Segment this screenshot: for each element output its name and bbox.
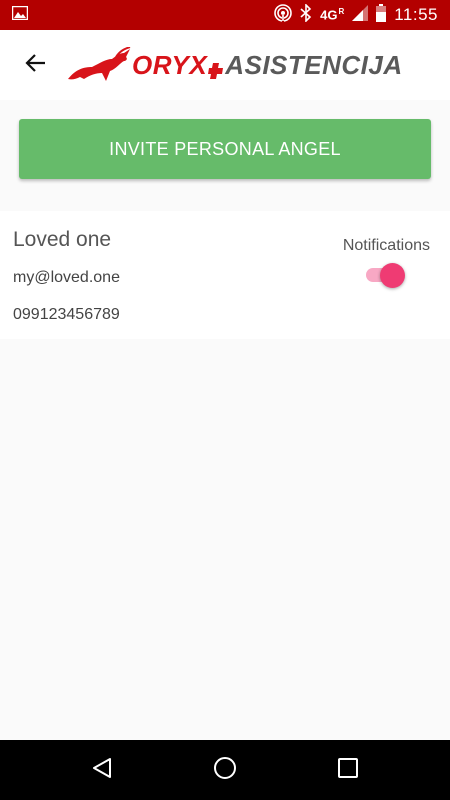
logo-text-oryx: ORYX xyxy=(132,49,208,80)
app-bar: ORYX ASISTENCIJA xyxy=(0,30,450,100)
hotspot-icon xyxy=(274,3,292,27)
roaming-indicator: R xyxy=(338,7,345,17)
status-bar: 4GR 11:55 xyxy=(0,0,450,30)
invite-personal-angel-button[interactable]: INVITE PERSONAL ANGEL xyxy=(19,119,431,179)
arrow-left-icon xyxy=(24,51,48,80)
nav-recents-button[interactable] xyxy=(318,740,378,800)
signal-icon xyxy=(352,4,369,26)
home-circle-icon xyxy=(213,756,237,785)
notifications-label: Notifications xyxy=(342,237,430,254)
contact-phone: 099123456789 xyxy=(13,306,120,323)
status-left xyxy=(11,5,29,25)
nav-home-button[interactable] xyxy=(195,740,255,800)
nav-back-button[interactable] xyxy=(72,740,132,800)
back-triangle-icon xyxy=(91,757,113,784)
notifications-toggle[interactable] xyxy=(366,263,406,288)
battery-icon xyxy=(376,3,387,27)
contact-email: my@loved.one xyxy=(13,269,120,286)
contact-card[interactable]: Loved one my@loved.one 099123456789 Noti… xyxy=(0,211,450,339)
status-right: 4GR 11:55 xyxy=(274,2,438,27)
status-time: 11:55 xyxy=(394,5,438,24)
logo-cross-icon xyxy=(208,56,224,79)
back-button[interactable] xyxy=(8,37,64,93)
logo-text-asistencija: ASISTENCIJA xyxy=(225,49,403,80)
network-type: 4GR xyxy=(320,7,345,23)
oryx-antelope-logo-icon xyxy=(66,46,132,83)
navigation-bar xyxy=(0,740,450,800)
contact-name: Loved one xyxy=(13,228,112,251)
bluetooth-icon xyxy=(300,2,312,27)
toggle-thumb[interactable] xyxy=(380,263,405,288)
screen: 4GR 11:55 ORYX ASISTENCIJA INVITE PERSON… xyxy=(0,0,450,800)
logo-wordmark: ORYX ASISTENCIJA xyxy=(132,50,403,81)
recents-square-icon xyxy=(337,757,359,784)
image-icon xyxy=(11,5,29,25)
app-logo: ORYX ASISTENCIJA xyxy=(66,46,403,83)
